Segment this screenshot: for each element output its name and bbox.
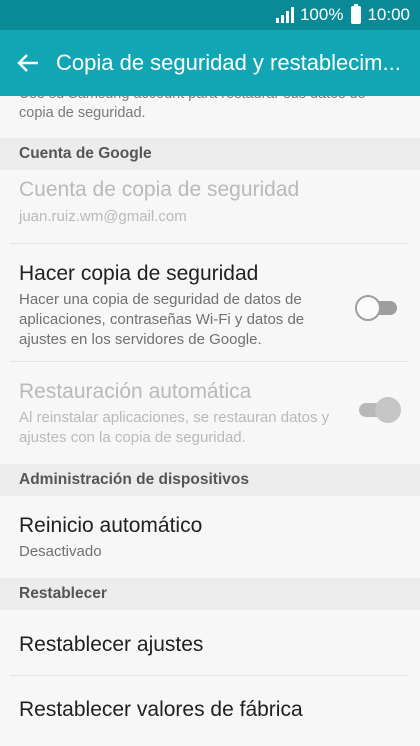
reset-settings-title: Restablecer ajustes: [19, 633, 204, 656]
battery-icon: [351, 4, 362, 24]
auto-restore-description: Al reinstalar aplicaciones, se restauran…: [19, 409, 330, 446]
backup-description: Hacer una copia de seguridad de datos de…: [19, 291, 305, 348]
signal-icon: [275, 7, 294, 23]
settings-list[interactable]: Use su Samsung account para restaurar su…: [0, 96, 420, 746]
auto-restore-item[interactable]: Restauración automática Al reinstalar ap…: [0, 362, 420, 464]
factory-reset-title: Restablecer valores de fábrica: [19, 698, 303, 721]
auto-restart-title: Reinicio automático: [19, 514, 203, 537]
factory-reset-item[interactable]: Restablecer valores de fábrica: [0, 676, 420, 742]
battery-percent: 100%: [299, 5, 344, 24]
app-bar: Copia de seguridad y restablecim...: [0, 30, 420, 96]
backup-account-title: Cuenta de copia de seguridad: [19, 178, 300, 201]
status-bar: 100% 10:00: [0, 0, 420, 30]
backup-title: Hacer copia de seguridad: [19, 262, 259, 285]
section-header-reset: Restablecer: [0, 578, 420, 610]
backup-toggle[interactable]: [355, 295, 399, 321]
auto-restore-toggle[interactable]: [355, 397, 401, 423]
auto-restart-item[interactable]: Reinicio automático Desactivado: [0, 496, 420, 578]
backup-account-email: juan.ruiz.wm@gmail.com: [19, 208, 187, 225]
auto-restore-title: Restauración automática: [19, 380, 252, 403]
reset-settings-item[interactable]: Restablecer ajustes: [0, 610, 420, 676]
backup-item[interactable]: Hacer copia de seguridad Hacer una copia…: [0, 244, 420, 362]
auto-restart-status: Desactivado: [19, 543, 102, 560]
backup-account-item[interactable]: Cuenta de copia de seguridad juan.ruiz.w…: [0, 170, 420, 244]
samsung-account-description: Use su Samsung account para restaurar su…: [19, 96, 366, 121]
page-title: Copia de seguridad y restablecim...: [56, 50, 401, 75]
section-header-devices: Administración de dispositivos: [0, 464, 420, 496]
arrow-left-icon: [17, 54, 38, 72]
back-button[interactable]: [0, 30, 56, 96]
section-header-google: Cuenta de Google: [0, 138, 420, 170]
clock: 10:00: [367, 5, 410, 24]
